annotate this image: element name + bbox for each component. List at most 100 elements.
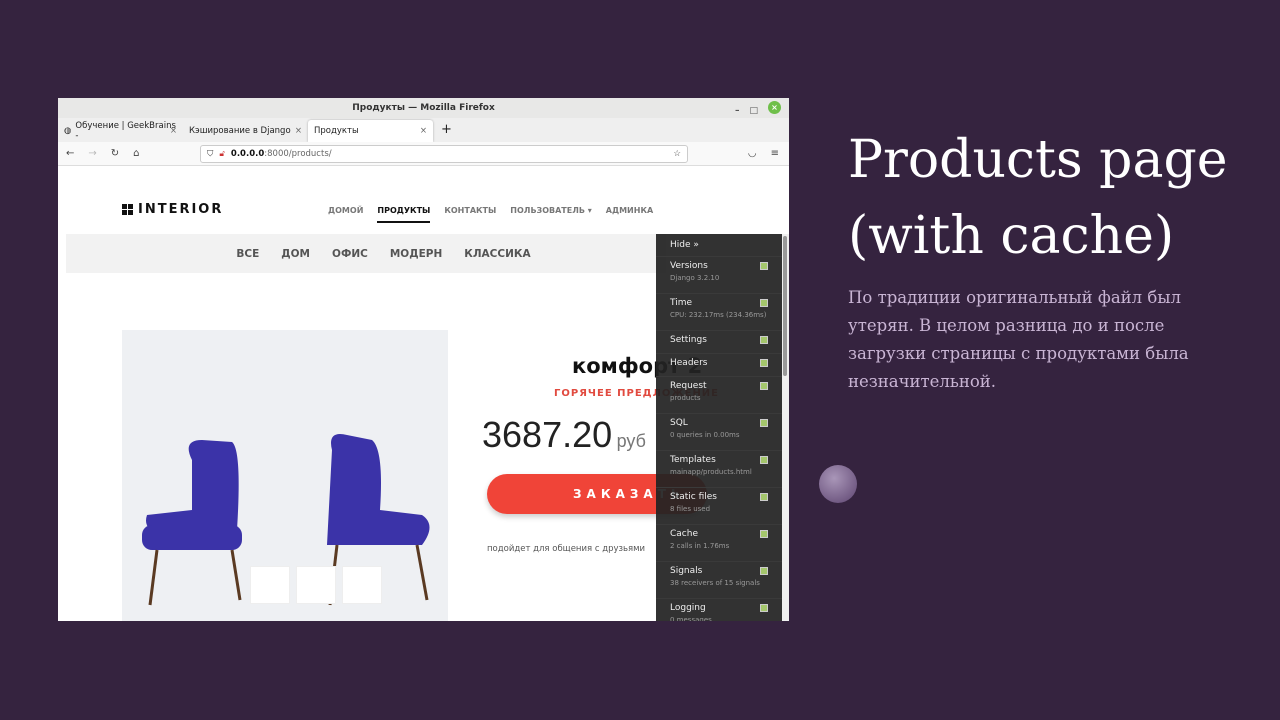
reload-icon[interactable]: ↻ [111,148,119,159]
debug-panel-headers[interactable]: Headers [656,354,782,377]
forward-icon[interactable]: → [88,148,96,159]
url-bar[interactable]: ⛉ 🔓︎ 0.0.0.0:8000/products/ ☆ [200,145,688,163]
page-content: INTERIOR ДОМОЙ ПРОДУКТЫ КОНТАКТЫ ПОЛЬЗОВ… [58,166,789,621]
new-tab-button[interactable]: + [433,122,460,142]
panel-subtitle: 38 receivers of 15 signals [670,579,760,587]
panel-checkbox[interactable] [760,382,768,390]
debug-panel-versions[interactable]: Versions Django 3.2.10 [656,257,782,294]
minimize-button[interactable]: – [735,101,740,121]
panel-subtitle: 0 messages [670,616,712,621]
panel-name: Settings [670,335,707,345]
thumbnail[interactable] [250,566,290,604]
debug-panel-logging[interactable]: Logging 0 messages [656,599,782,621]
thumbnail[interactable] [342,566,382,604]
panel-checkbox[interactable] [760,262,768,270]
debug-panel-sql[interactable]: SQL 0 queries in 0.00ms [656,414,782,451]
panel-name: Headers [670,358,708,368]
menu-icon[interactable]: ≡ [771,148,779,159]
panel-name: Static files [670,492,717,502]
url-path: :8000/products/ [264,149,332,159]
tab-label: Продукты [314,126,359,136]
panel-subtitle: Django 3.2.10 [670,274,720,282]
panel-name: Versions [670,261,708,271]
panel-name: Time [670,298,693,308]
tab-label: Обучение | GeekBrains - [75,121,176,141]
debug-panel-request[interactable]: Request products [656,377,782,414]
panel-checkbox[interactable] [760,456,768,464]
logo-icon [122,204,133,215]
category-classic[interactable]: КЛАССИКА [464,248,530,260]
price-currency: руб [616,431,646,451]
price-value: 3687.20 [482,414,613,455]
site-menu: ДОМОЙ ПРОДУКТЫ КОНТАКТЫ ПОЛЬЗОВАТЕЛЬ ▾ А… [328,206,653,223]
panel-name: Logging [670,603,706,613]
panel-name: SQL [670,418,688,428]
tab-close-icon[interactable]: × [295,126,302,136]
tab-caching[interactable]: Кэширование в Django × [183,120,308,142]
panel-checkbox[interactable] [760,299,768,307]
django-debug-toolbar: Hide » Versions Django 3.2.10 Time CPU: 232… [656,234,782,621]
pocket-icon[interactable]: ◡ [748,148,757,159]
title-bar: Продукты — Mozilla Firefox – □ × [58,98,789,118]
menu-admin[interactable]: АДМИНКА [606,206,653,223]
panel-checkbox[interactable] [760,419,768,427]
panel-checkbox[interactable] [760,567,768,575]
hide-toolbar-button[interactable]: Hide » [656,234,782,257]
menu-contacts[interactable]: КОНТАКТЫ [444,206,496,223]
debug-panel-signals[interactable]: Signals 38 receivers of 15 signals [656,562,782,599]
panel-subtitle: mainapp/products.html [670,468,752,476]
slide-text: По традиции оригинальный файл был утерян… [848,288,1189,391]
panel-subtitle: products [670,394,701,402]
back-icon[interactable]: ← [66,148,74,159]
home-icon[interactable]: ⌂ [133,148,139,159]
globe-icon: ◍ [64,126,72,136]
panel-checkbox[interactable] [760,359,768,367]
menu-user[interactable]: ПОЛЬЗОВАТЕЛЬ ▾ [510,206,591,223]
panel-name: Request [670,381,707,391]
scrollbar-thumb[interactable] [783,236,787,376]
url-host: 0.0.0.0 [230,149,265,159]
slide-title: Products page (with cache) [848,130,1228,266]
tab-strip: ◍ Обучение | GeekBrains - × Кэширование в … [58,118,789,142]
category-all[interactable]: ВСЕ [236,248,259,260]
debug-panel-templates[interactable]: Templates mainapp/products.html [656,451,782,488]
category-bar: ВСЕ ДОМ ОФИС МОДЕРН КЛАССИКА [66,234,666,273]
debug-panel-time[interactable]: Time CPU: 232.17ms (234.36ms) [656,294,782,331]
category-modern[interactable]: МОДЕРН [390,248,442,260]
panel-name: Signals [670,566,703,576]
maximize-button[interactable]: □ [749,101,758,121]
panel-name: Templates [670,455,716,465]
panel-checkbox[interactable] [760,604,768,612]
window-title: Продукты — Mozilla Firefox [352,103,495,113]
bookmark-star-icon[interactable]: ☆ [673,149,681,159]
tab-geekbrains[interactable]: ◍ Обучение | GeekBrains - × [58,120,183,142]
thumbnail[interactable] [296,566,336,604]
category-home[interactable]: ДОМ [281,248,310,260]
tab-close-icon[interactable]: × [170,126,177,136]
tab-close-icon[interactable]: × [420,126,427,136]
decorative-circle [819,465,857,503]
lock-icon: 🔓︎ [219,149,225,159]
panel-checkbox[interactable] [760,336,768,344]
panel-name: Cache [670,529,698,539]
debug-panel-cache[interactable]: Cache 2 calls in 1.76ms [656,525,782,562]
debug-panel-static-files[interactable]: Static files 8 files used [656,488,782,525]
site-logo[interactable]: INTERIOR [122,202,223,217]
panel-subtitle: 8 files used [670,505,711,513]
debug-panel-settings[interactable]: Settings [656,331,782,354]
menu-products[interactable]: ПРОДУКТЫ [377,206,431,223]
panel-checkbox[interactable] [760,493,768,501]
panel-subtitle: 2 calls in 1.76ms [670,542,730,550]
tab-label: Кэширование в Django [189,126,291,136]
tab-products[interactable]: Продукты × [308,120,433,142]
close-window-button[interactable]: × [768,101,781,114]
scrollbar[interactable] [782,234,789,621]
panel-subtitle: CPU: 232.17ms (234.36ms) [670,311,767,319]
browser-window: Продукты — Mozilla Firefox – □ × ◍ Обучение… [58,98,789,621]
shield-icon[interactable]: ⛉ [207,149,213,159]
category-office[interactable]: ОФИС [332,248,368,260]
menu-home[interactable]: ДОМОЙ [328,206,363,223]
panel-checkbox[interactable] [760,530,768,538]
panel-subtitle: 0 queries in 0.00ms [670,431,740,439]
logo-text: INTERIOR [138,202,224,217]
